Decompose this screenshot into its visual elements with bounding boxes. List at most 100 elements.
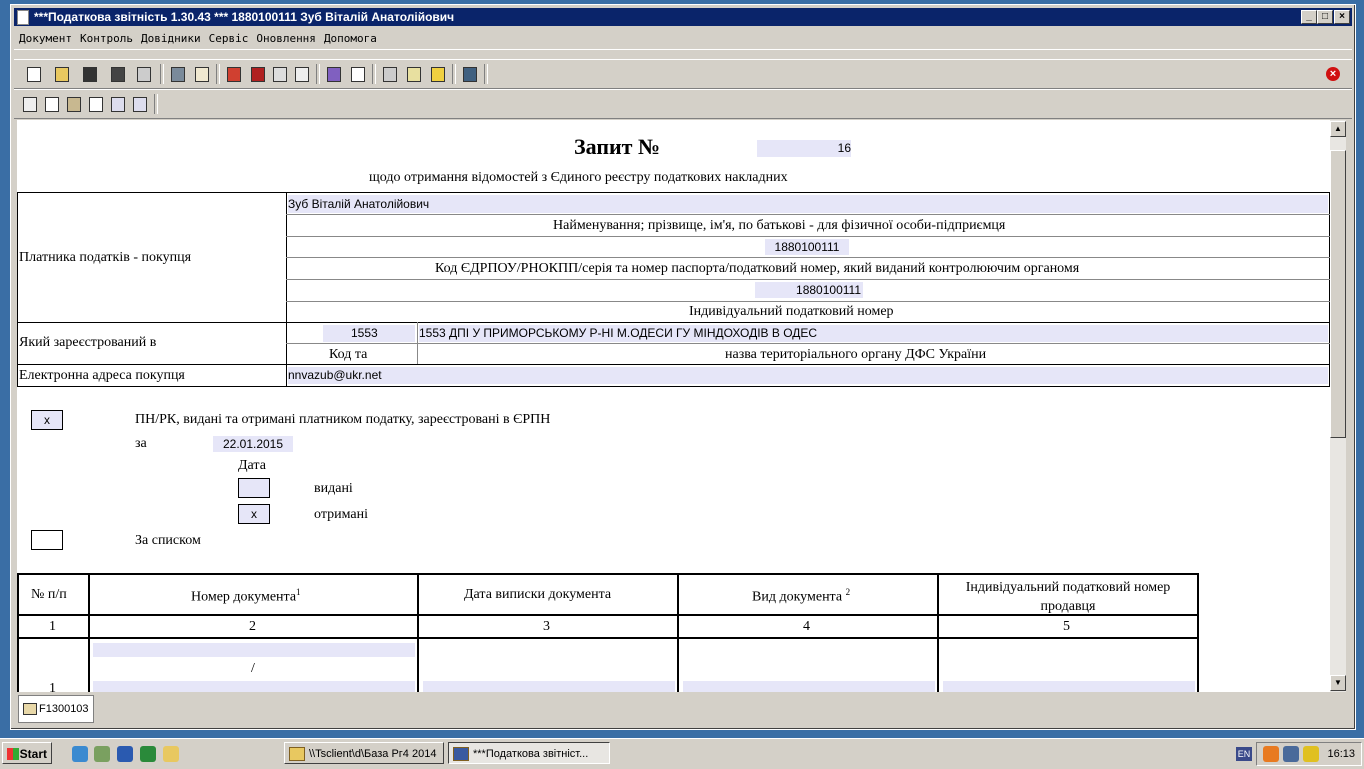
tray-network-icon[interactable] (1283, 746, 1299, 762)
checklist-icon[interactable] (192, 65, 210, 83)
col-header-doc-number: Номер документа1 (191, 587, 301, 606)
save-icon[interactable] (80, 65, 98, 83)
vertical-scrollbar[interactable]: ▲ ▼ (1330, 120, 1346, 692)
table-border (286, 257, 1330, 258)
sign-icon[interactable] (324, 65, 342, 83)
scroll-up-icon[interactable]: ▲ (1330, 121, 1346, 137)
edit-toolbar (14, 89, 1352, 119)
document-alert-icon[interactable] (292, 65, 310, 83)
menu-directories[interactable]: Довідники (136, 29, 204, 45)
footnote-2: 2 (845, 587, 851, 597)
ipn-caption: Індивідуальний податковий номер (689, 304, 894, 319)
toolbar-separator (484, 64, 488, 84)
menu-document[interactable]: Документ (14, 29, 75, 45)
language-indicator[interactable]: EN (1236, 747, 1252, 761)
add-row-icon[interactable] (108, 95, 126, 113)
print-icon[interactable] (134, 65, 152, 83)
insert-row-icon[interactable] (86, 95, 104, 113)
table-border (17, 386, 1330, 387)
date-field[interactable]: 22.01.2015 (213, 436, 293, 452)
paste-icon[interactable] (64, 95, 82, 113)
cut-icon[interactable] (42, 95, 60, 113)
issued-checkbox[interactable] (238, 478, 270, 498)
documents-icon[interactable] (404, 65, 422, 83)
edrpou-field[interactable]: 1880100111 (765, 239, 849, 255)
app-window: ***Податкова звітність 1.30.43 *** 18801… (10, 4, 1356, 730)
toolbar-separator (216, 64, 220, 84)
home-icon[interactable] (224, 65, 242, 83)
pdf-icon[interactable] (348, 65, 366, 83)
maximize-button[interactable]: □ (1317, 10, 1333, 24)
tax-office-field[interactable]: 1553 ДПІ У ПРИМОРСЬКОМУ Р-НІ М.ОДЕСИ ГУ … (419, 325, 1328, 342)
explorer-icon[interactable] (163, 746, 179, 762)
erpn-checkbox[interactable]: x (31, 410, 63, 430)
email-label: Електронна адреса покупця (19, 368, 185, 383)
document-form: Запит № 16 щодо отримання відомостей з Є… (17, 120, 1330, 692)
tray-app-icon[interactable] (1263, 746, 1279, 762)
table-border (17, 573, 1199, 575)
col-header-number: № п/п (31, 587, 67, 602)
tools-icon[interactable] (168, 65, 186, 83)
start-button[interactable]: Start (2, 742, 52, 764)
name-caption: Найменування; прізвище, ім'я, по батьков… (553, 218, 1006, 233)
col-number-2: 2 (249, 619, 256, 634)
table-border (17, 637, 1199, 639)
copy-document-icon[interactable] (270, 65, 288, 83)
doc-number-suffix-field[interactable] (93, 681, 415, 692)
menu-updates[interactable]: Оновлення (251, 29, 319, 45)
email-field[interactable]: nnvazub@ukr.net (288, 367, 1328, 384)
properties-icon[interactable] (380, 65, 398, 83)
save-all-icon[interactable] (108, 65, 126, 83)
menu-help[interactable]: Допомога (319, 29, 380, 45)
task-tax-app[interactable]: ***Податкова звітніст... (448, 742, 610, 764)
menu-service[interactable]: Сервіс (204, 29, 252, 45)
ie-icon[interactable] (72, 746, 88, 762)
book-icon[interactable] (248, 65, 266, 83)
table-border (286, 236, 1330, 237)
table-border (17, 192, 1330, 193)
ipn-field[interactable]: 1880100111 (755, 282, 863, 298)
taskbar: Start \\Tsclient\d\База Рг4 2014 ***Пода… (0, 738, 1364, 769)
open-folder-icon[interactable] (52, 65, 70, 83)
tray-shield-icon[interactable] (1303, 746, 1319, 762)
copy-icon[interactable] (20, 95, 38, 113)
footnote-1: 1 (296, 587, 301, 597)
table-border (17, 573, 19, 692)
close-button[interactable]: × (1334, 10, 1350, 24)
document-tabs-bar: F1300103 (14, 693, 1352, 725)
exit-icon[interactable] (460, 65, 478, 83)
task-explorer[interactable]: \\Tsclient\d\База Рг4 2014 (284, 742, 444, 764)
list-checkbox[interactable] (31, 530, 63, 550)
received-checkbox[interactable]: x (238, 504, 270, 524)
delete-row-icon[interactable] (130, 95, 148, 113)
menu-control[interactable]: Контроль (75, 29, 136, 45)
scroll-down-icon[interactable]: ▼ (1330, 675, 1346, 691)
doc-number-field[interactable] (93, 643, 415, 657)
excel-icon[interactable] (140, 746, 156, 762)
tax-app-icon (453, 747, 469, 761)
code-caption-right: назва територіального органу ДФС України (725, 347, 987, 362)
send-icon[interactable] (428, 65, 446, 83)
tax-code-field[interactable]: 1553 (323, 325, 415, 342)
doc-type-field[interactable] (683, 681, 935, 692)
network-icon[interactable] (94, 746, 110, 762)
table-border (286, 301, 1330, 302)
code-caption-left: Код та (329, 347, 368, 362)
form-tab-icon (23, 703, 37, 715)
table-border (286, 192, 287, 387)
new-document-icon[interactable] (24, 65, 42, 83)
seller-ipn-field[interactable] (943, 681, 1195, 692)
scroll-thumb[interactable] (1330, 150, 1346, 438)
za-label: за (135, 436, 147, 451)
col-number-3: 3 (543, 619, 550, 634)
minimize-button[interactable]: _ (1301, 10, 1317, 24)
issued-label: видані (314, 481, 353, 496)
title-bar[interactable]: ***Податкова звітність 1.30.43 *** 18801… (14, 8, 1352, 26)
word-icon[interactable] (117, 746, 133, 762)
close-document-icon[interactable]: × (1326, 67, 1340, 81)
doc-date-field[interactable] (423, 681, 675, 692)
buyer-name-field[interactable]: Зуб Віталій Анатолійович (288, 195, 1328, 213)
toolbar-separator (452, 64, 456, 84)
form-tab[interactable]: F1300103 (18, 695, 94, 723)
request-number-field[interactable]: 16 (757, 140, 851, 157)
